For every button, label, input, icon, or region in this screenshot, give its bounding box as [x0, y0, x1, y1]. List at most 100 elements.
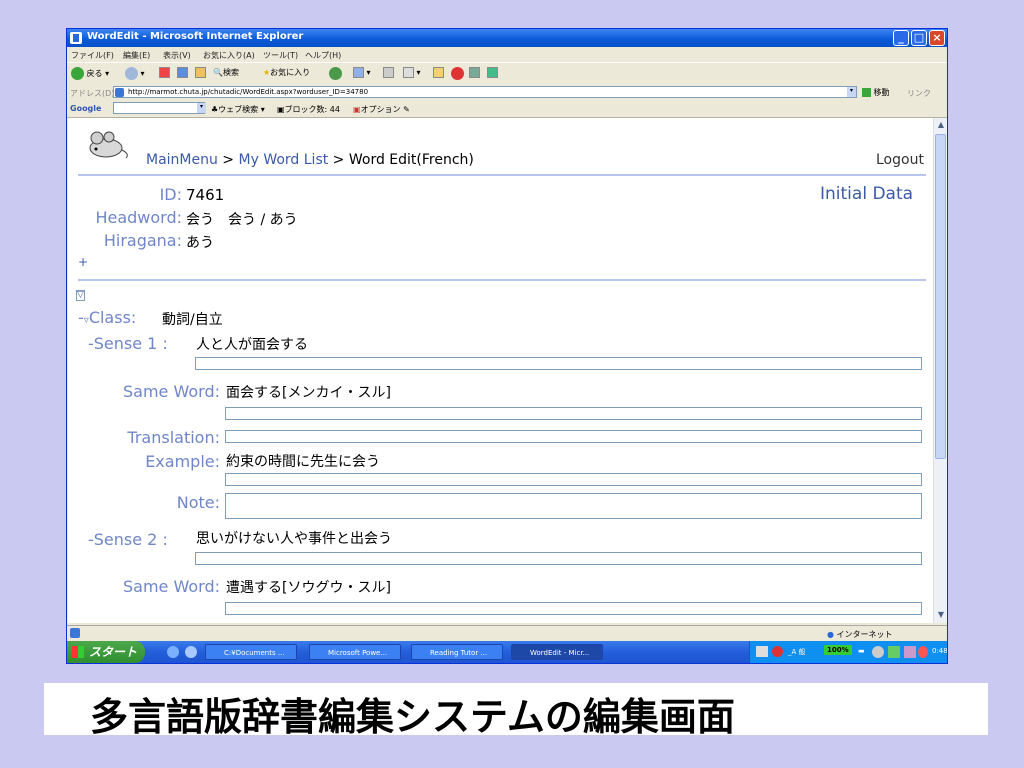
- ie-quicklaunch-icon[interactable]: [167, 646, 179, 658]
- history-icon: [329, 67, 342, 80]
- same-word-label: Same Word:: [123, 382, 220, 401]
- scroll-up-icon[interactable]: ▲: [935, 118, 947, 132]
- sense-2-definition-input[interactable]: [195, 552, 922, 565]
- back-button[interactable]: 戻る ▾: [71, 67, 109, 80]
- research-button[interactable]: [487, 67, 498, 78]
- task-reading-tutor[interactable]: Reading Tutor ...: [411, 644, 503, 660]
- address-input[interactable]: http://marmot.chuta.jp/chutadic/WordEdit…: [113, 86, 857, 98]
- edit-button[interactable]: ▾: [403, 67, 421, 78]
- messenger-button[interactable]: [469, 67, 480, 78]
- address-dropdown-icon[interactable]: ▾: [847, 87, 856, 97]
- google-dropdown-icon[interactable]: ▾: [197, 103, 206, 113]
- page-content: MainMenu > My Word List > Word Edit(Fren…: [68, 118, 933, 623]
- status-bar: ● インターネット: [67, 625, 947, 642]
- google-options-button[interactable]: ▣オプション ✎: [353, 104, 410, 115]
- breadcrumb-my-word-list[interactable]: My Word List: [239, 152, 329, 168]
- mail-button[interactable]: ▾: [353, 67, 371, 78]
- task-powerpoint[interactable]: Microsoft Powe...: [309, 644, 401, 660]
- google-logo[interactable]: Google: [70, 104, 101, 113]
- globe-icon: ●: [827, 630, 834, 639]
- sense-1-definition-input[interactable]: [195, 357, 922, 370]
- favorites-label: お気に入り: [270, 68, 311, 77]
- go-button[interactable]: 移動: [862, 87, 890, 98]
- ime-icon[interactable]: [772, 646, 783, 657]
- search-label: 検索: [222, 68, 239, 77]
- vertical-scrollbar[interactable]: ▲ ▼: [933, 118, 947, 623]
- popup-blocker-button[interactable]: ▣ブロック数: 44: [277, 104, 340, 115]
- sense-1-text: 人と人が面会する: [196, 337, 308, 353]
- forward-button[interactable]: ▾: [125, 67, 145, 80]
- keyboard-icon[interactable]: [756, 646, 768, 657]
- class-label: -▿Class:: [78, 308, 136, 327]
- home-button[interactable]: [195, 67, 206, 78]
- toolbar: 戻る ▾ ▾ 🔍検索 ★お気に入り ▾ ▾: [67, 62, 947, 86]
- translation-input[interactable]: [225, 430, 922, 443]
- breadcrumb-sep: >: [217, 152, 239, 168]
- favorites-button[interactable]: ★お気に入り: [263, 67, 310, 78]
- menu-file[interactable]: ファイル(F): [71, 50, 114, 61]
- scroll-down-icon[interactable]: ▼: [935, 608, 947, 622]
- menu-edit[interactable]: 編集(E): [123, 50, 150, 61]
- pencil-icon: ✎: [403, 105, 410, 114]
- options-label: オプション: [360, 105, 401, 114]
- ie-app-icon: [70, 32, 82, 44]
- breadcrumb-main-menu[interactable]: MainMenu: [146, 152, 218, 168]
- title-bar: WordEdit - Microsoft Internet Explorer _…: [67, 29, 947, 47]
- menu-favorites[interactable]: お気に入り(A): [203, 50, 255, 61]
- maximize-button[interactable]: □: [911, 30, 927, 46]
- volume-icon[interactable]: [904, 646, 916, 658]
- menu-view[interactable]: 表示(V): [163, 50, 191, 61]
- research-icon: [487, 67, 498, 78]
- print-button[interactable]: [383, 67, 394, 78]
- headword-value: 会う 会う / あう: [186, 212, 298, 228]
- tray-icon[interactable]: [872, 646, 884, 658]
- apple-icon: [451, 67, 464, 80]
- search-button[interactable]: 🔍検索: [213, 67, 239, 78]
- address-bar: アドレス(D) http://marmot.chuta.jp/chutadic/…: [67, 85, 947, 100]
- browser-window: WordEdit - Microsoft Internet Explorer _…: [66, 28, 948, 664]
- mail-icon: [353, 67, 364, 78]
- quicklaunch-icon[interactable]: [185, 646, 197, 658]
- class-label-text: Class:: [88, 308, 137, 327]
- zoom-indicator: 100%: [824, 645, 852, 655]
- google-search-input[interactable]: [113, 102, 205, 114]
- collapse-toggle-icon[interactable]: ▽: [76, 290, 85, 301]
- task-wordedit[interactable]: WordEdit - Micr...: [511, 644, 603, 660]
- note-textarea[interactable]: [225, 493, 922, 519]
- close-button[interactable]: ×: [929, 30, 945, 46]
- initial-data-link[interactable]: Initial Data: [820, 184, 913, 204]
- ime-mode[interactable]: _A 般: [788, 647, 806, 657]
- back-label: 戻る: [86, 69, 103, 78]
- header-rule: [78, 174, 926, 176]
- history-button[interactable]: [329, 67, 342, 80]
- power-icon[interactable]: ▬: [858, 647, 865, 655]
- google-web-search-button[interactable]: ♣ウェブ検索 ▾: [211, 104, 265, 115]
- task-documents[interactable]: C:¥Documents ...: [205, 644, 297, 660]
- breadcrumb-current: Word Edit(French): [348, 152, 474, 168]
- apple-button[interactable]: [451, 67, 464, 80]
- mouse-logo-icon: [89, 131, 128, 159]
- page-icon: [115, 88, 124, 97]
- section-rule: [78, 279, 926, 281]
- example-input[interactable]: [225, 473, 922, 486]
- hiragana-value: あう: [186, 235, 214, 251]
- same-word-input[interactable]: [225, 407, 922, 420]
- folder-button[interactable]: [433, 67, 444, 78]
- network-icon[interactable]: [888, 646, 900, 658]
- security-icon[interactable]: [918, 646, 928, 658]
- stop-button[interactable]: [159, 67, 170, 78]
- id-label: ID:: [159, 185, 182, 204]
- expand-plus[interactable]: +: [78, 255, 88, 269]
- minimize-button[interactable]: _: [893, 30, 909, 46]
- links-label[interactable]: リンク: [907, 88, 931, 99]
- same-word-input-2[interactable]: [225, 602, 922, 615]
- system-tray: _A 般 100% ▬ 0:48: [749, 641, 947, 663]
- refresh-button[interactable]: [177, 67, 188, 78]
- blocked-count: ブロック数: 44: [284, 105, 340, 114]
- scroll-thumb[interactable]: [935, 134, 946, 459]
- menu-tools[interactable]: ツール(T): [263, 50, 298, 61]
- google-toolbar: Google ▾ ♣ウェブ検索 ▾ ▣ブロック数: 44 ▣オプション ✎: [67, 101, 947, 118]
- logout-link[interactable]: Logout: [876, 152, 924, 168]
- menu-help[interactable]: ヘルプ(H): [305, 50, 341, 61]
- same-word-label-2: Same Word:: [123, 577, 220, 596]
